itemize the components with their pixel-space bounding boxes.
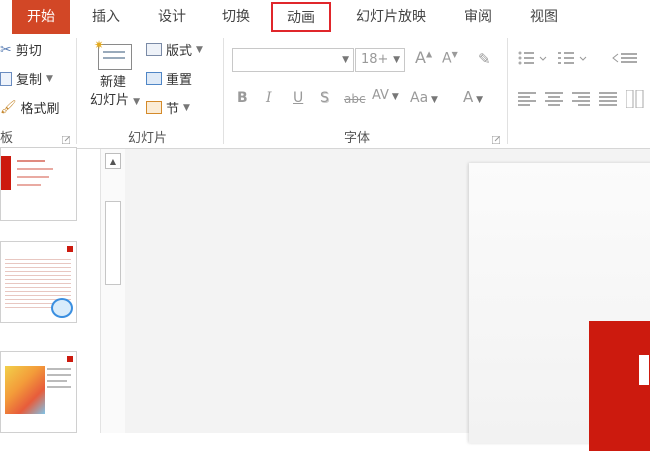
- align-left-button[interactable]: [518, 92, 536, 110]
- tab-view[interactable]: 视图: [518, 0, 570, 34]
- align-right-button[interactable]: [572, 92, 590, 110]
- workspace: ▲: [0, 147, 650, 451]
- align-center-icon: [545, 92, 563, 106]
- character-spacing-button[interactable]: AV ▼: [372, 88, 399, 103]
- dialog-launcher-icon[interactable]: [491, 133, 501, 145]
- strikethrough-button[interactable]: abc: [344, 92, 366, 106]
- character-spacing-label: AV: [372, 88, 389, 103]
- scroll-up-button[interactable]: ▲: [105, 153, 121, 169]
- current-slide[interactable]: [469, 163, 650, 451]
- columns-button[interactable]: [625, 89, 644, 112]
- columns-icon: [625, 89, 644, 109]
- font-group-label: 字体: [344, 131, 371, 146]
- grow-font-button[interactable]: A▲: [415, 48, 432, 67]
- bullet-list-icon: [518, 51, 547, 65]
- chevron-down-icon: ▼: [183, 102, 190, 113]
- numbered-list-icon: [558, 52, 587, 64]
- slides-group-label: 幻灯片: [128, 131, 168, 146]
- tab-design[interactable]: 设计: [146, 0, 198, 34]
- chevron-down-icon: ▼: [342, 55, 349, 65]
- new-slide-sublabel: 幻灯片: [90, 93, 130, 108]
- copy-icon: [0, 71, 12, 86]
- ribbon: ✂ 剪切 复制 ▼ 🖌 格式刷 板 ✷ 新建 幻灯片 ▼ 版式 ▼ 重置 节 ▼…: [0, 34, 650, 149]
- tab-animations[interactable]: 动画: [271, 2, 331, 32]
- tab-transitions[interactable]: 切换: [210, 0, 262, 34]
- slide-thumbnail-2[interactable]: [0, 241, 77, 323]
- group-separator: [76, 38, 77, 144]
- justify-icon: [599, 92, 617, 106]
- slide-editor-canvas[interactable]: [125, 149, 650, 451]
- group-separator: [507, 38, 508, 144]
- chevron-down-icon: ▼: [196, 44, 203, 55]
- scroll-up-icon: ▲: [109, 156, 117, 166]
- slide-red-block: [589, 321, 650, 451]
- font-size-dropdown[interactable]: 18+ ▼: [355, 48, 405, 72]
- font-size-value: 18+: [361, 52, 389, 67]
- copy-button[interactable]: 复制 ▼: [0, 69, 53, 88]
- layout-icon: [146, 43, 162, 56]
- font-name-dropdown[interactable]: ▼: [232, 48, 354, 72]
- new-slide-label: 新建: [99, 75, 126, 90]
- underline-button[interactable]: U: [293, 90, 303, 106]
- justify-button[interactable]: [599, 92, 617, 110]
- scissors-icon: ✂: [0, 41, 12, 58]
- section-label: 节: [166, 102, 180, 117]
- format-painter-label: 格式刷: [20, 102, 60, 117]
- change-case-button[interactable]: Aa ▼: [410, 90, 438, 106]
- grow-font-label: A: [415, 48, 426, 67]
- tab-review[interactable]: 审阅: [452, 0, 504, 34]
- ribbon-tab-bar: 开始 插入 设计 切换 动画 幻灯片放映 审阅 视图: [0, 0, 650, 34]
- bold-button[interactable]: B: [237, 90, 248, 106]
- slide-text-fragment: [639, 355, 649, 385]
- new-slide-button[interactable]: ✷ 新建 幻灯片 ▼: [90, 38, 140, 111]
- chevron-down-icon: ▼: [388, 92, 399, 102]
- chevron-down-icon: ▼: [133, 97, 141, 107]
- clipboard-group-label: 板: [0, 131, 14, 146]
- decrease-indent-icon: [612, 53, 637, 63]
- new-slide-icon: ✷: [94, 38, 132, 70]
- align-left-icon: [518, 92, 536, 106]
- align-right-icon: [572, 92, 590, 106]
- reset-button[interactable]: 重置: [146, 69, 192, 88]
- chevron-down-icon: ▼: [46, 73, 53, 84]
- chevron-down-icon: ▼: [393, 55, 400, 65]
- section-icon: [146, 101, 162, 114]
- copy-label: 复制: [16, 73, 43, 88]
- layout-button[interactable]: 版式 ▼: [146, 40, 203, 59]
- cut-button[interactable]: ✂ 剪切: [0, 40, 42, 60]
- decrease-indent-button[interactable]: [612, 50, 638, 70]
- thumbnail-scrollbar[interactable]: ▲: [100, 149, 126, 433]
- reset-icon: [146, 72, 162, 85]
- dialog-launcher-icon[interactable]: [61, 133, 71, 145]
- numbering-button[interactable]: [558, 50, 588, 70]
- italic-button[interactable]: I: [266, 90, 272, 106]
- reset-label: 重置: [166, 73, 193, 88]
- chevron-down-icon: ▼: [473, 95, 484, 105]
- tab-insert[interactable]: 插入: [80, 0, 132, 34]
- section-button[interactable]: 节 ▼: [146, 98, 190, 117]
- chevron-down-icon: ▼: [428, 95, 438, 105]
- shrink-font-label: A: [442, 50, 452, 67]
- bullets-button[interactable]: [518, 50, 548, 70]
- scrollbar-thumb[interactable]: [105, 201, 121, 285]
- tab-home[interactable]: 开始: [12, 0, 70, 34]
- font-color-button[interactable]: A ▼: [463, 88, 483, 106]
- clear-formatting-icon[interactable]: ✎: [478, 50, 491, 68]
- cut-label: 剪切: [15, 44, 42, 59]
- align-center-button[interactable]: [545, 92, 563, 110]
- tab-slideshow[interactable]: 幻灯片放映: [344, 0, 438, 34]
- slide-thumbnail-3[interactable]: [0, 351, 77, 433]
- format-painter-button[interactable]: 🖌 格式刷: [0, 98, 60, 117]
- paintbrush-icon: 🖌: [0, 100, 17, 115]
- group-separator: [223, 38, 224, 144]
- shadow-button[interactable]: S: [320, 90, 329, 106]
- shrink-font-button[interactable]: A▼: [442, 50, 458, 67]
- layout-label: 版式: [166, 44, 193, 59]
- change-case-label: Aa: [410, 90, 429, 106]
- font-color-label: A: [463, 88, 474, 106]
- slide-thumbnail-1[interactable]: [0, 147, 77, 221]
